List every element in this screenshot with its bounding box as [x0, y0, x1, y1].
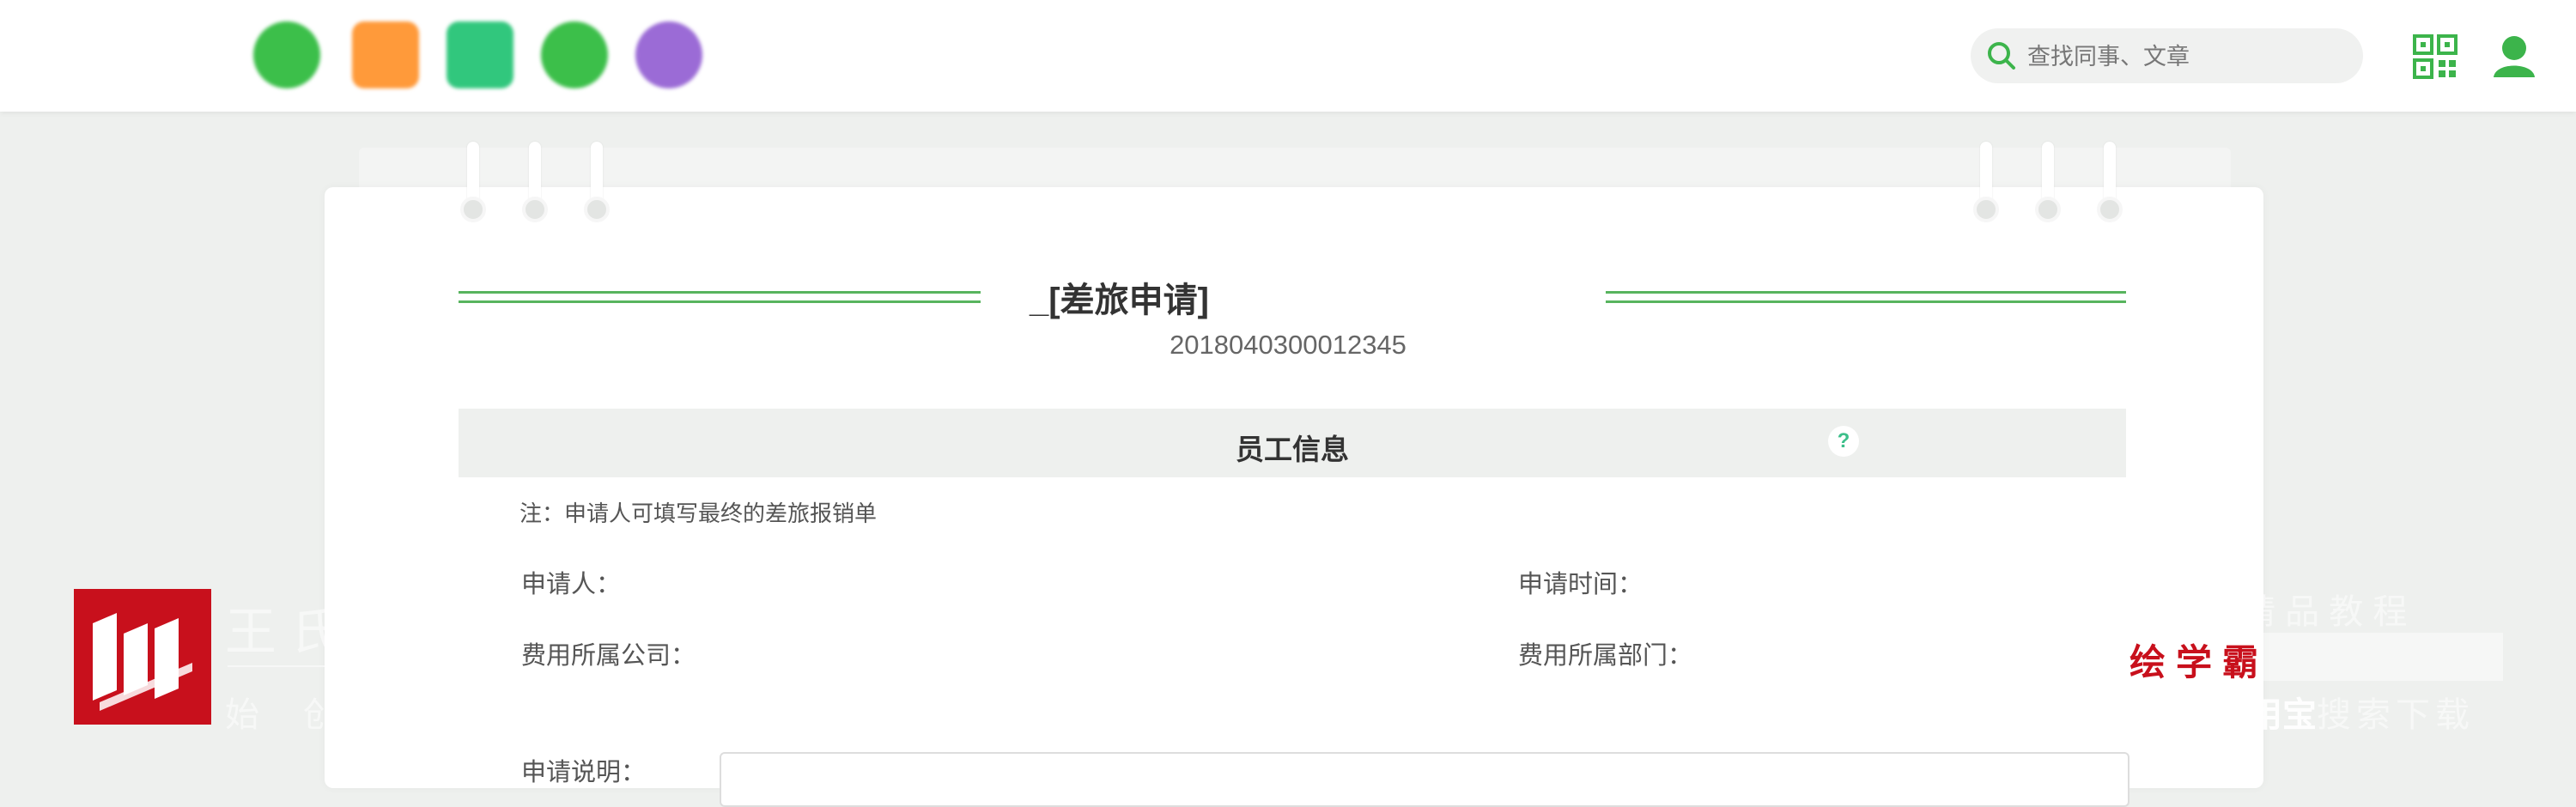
watermark-title: 王 氏: [225, 604, 343, 661]
help-icon[interactable]: ?: [1828, 426, 1859, 457]
watermark-right-top: 精 品 教 程: [2241, 593, 2408, 631]
watermark-brand-red: 绘学霸: [2129, 642, 2269, 683]
title-divider-left: [459, 291, 981, 303]
description-label: 申请说明：: [521, 759, 647, 786]
app-icon-5[interactable]: [635, 21, 702, 88]
watermark-logo: [74, 589, 211, 725]
document-card: [325, 187, 2263, 788]
applicant-label: 申请人：: [521, 571, 622, 598]
company-label: 费用所属公司：: [521, 642, 696, 670]
watermark-divider: [228, 665, 519, 667]
app-icon-4[interactable]: [541, 21, 608, 88]
search-icon: [1988, 42, 2015, 70]
user-avatar-icon[interactable]: [2490, 31, 2538, 79]
app-icon-2[interactable]: [352, 21, 419, 88]
department-label: 费用所属部门：: [1518, 642, 1693, 670]
watermark-subtitle: 始 创: [225, 696, 355, 734]
app-icon-3[interactable]: [447, 21, 513, 88]
watermark-brand-bottom: 用宝搜索下载: [2248, 687, 2475, 737]
description-textarea[interactable]: [720, 752, 2129, 807]
form-note: 注：申请人可填写最终的差旅报销单: [519, 501, 878, 526]
section-header: 员工信息 ?: [459, 409, 2126, 477]
document-number: 2018040300012345: [1170, 330, 1406, 360]
top-bar: [0, 0, 2576, 112]
title-divider-right: [1606, 291, 2126, 303]
document-title-suffix: _[差旅申请]: [1030, 282, 1209, 319]
watermark-brand-tail: 搜索下载: [2317, 696, 2475, 734]
section-title: 员工信息: [1236, 434, 1349, 465]
apply-time-label: 申请时间：: [1518, 571, 1643, 598]
search-input[interactable]: [2026, 37, 2347, 76]
watermark-band: [2233, 633, 2503, 681]
document-title: _[差旅申请]: [1026, 272, 1209, 322]
app-icon-1[interactable]: [253, 21, 320, 88]
watermark-brand-bold: 用宝: [2248, 696, 2317, 734]
card-back-page: [359, 148, 2231, 191]
search-box[interactable]: [1971, 28, 2363, 83]
qr-code-icon[interactable]: [2413, 34, 2458, 79]
